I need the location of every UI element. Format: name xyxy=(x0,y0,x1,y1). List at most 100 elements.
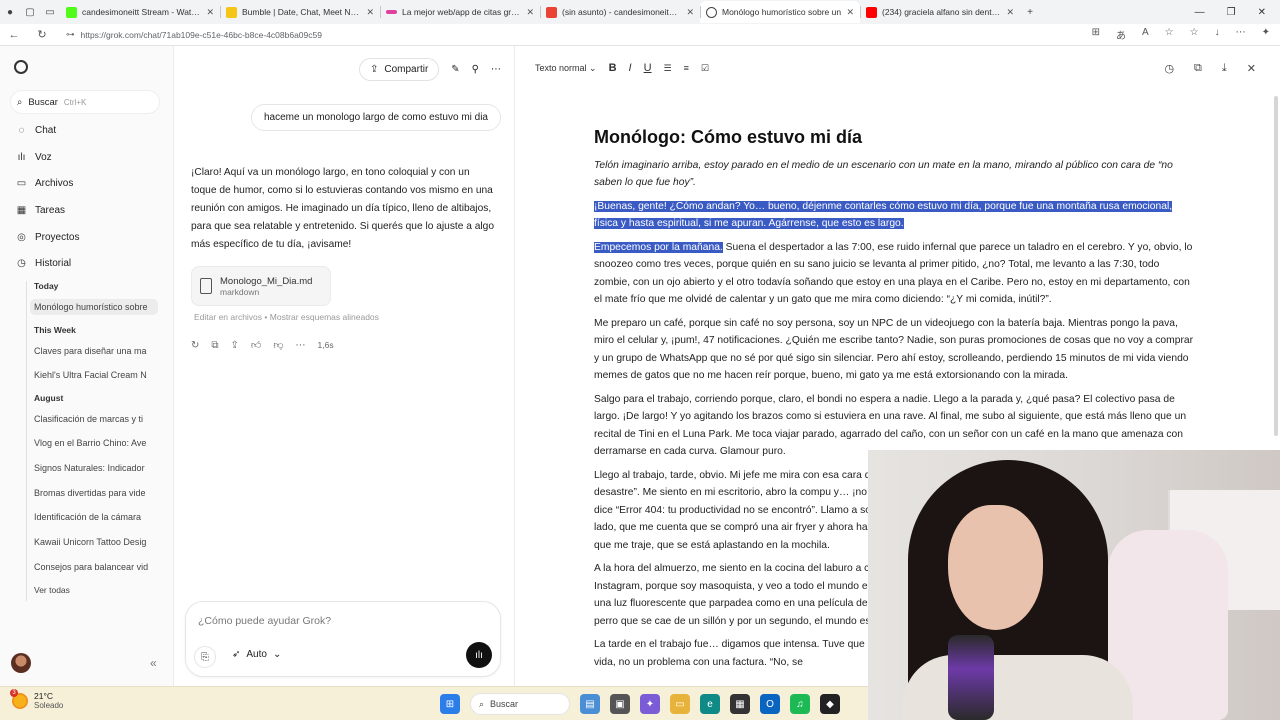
download-icon[interactable]: ⤓ xyxy=(1222,62,1227,75)
scrollbar[interactable] xyxy=(1274,96,1278,436)
more-icon[interactable]: ⋯ xyxy=(491,64,501,75)
history-icon[interactable]: ◷ xyxy=(1164,62,1174,75)
sidebar-item-historial[interactable]: ◷ Historial xyxy=(16,258,71,269)
history-item[interactable]: Monólogo humorístico sobre xyxy=(30,299,158,315)
browser-tab-grok[interactable]: Monólogo humorístico sobre un ✕ xyxy=(700,1,860,23)
weather-widget[interactable]: 3 21°C Soleado xyxy=(10,688,63,710)
site-info-icon[interactable]: ⊶ xyxy=(66,29,75,40)
history-item[interactable]: Clasificación de marcas y ti xyxy=(34,414,159,424)
browser-tab-gmail[interactable]: (sin asunto) - candesimoneit@gn ✕ xyxy=(540,1,700,23)
history-item[interactable]: Bromas divertidas para vide xyxy=(34,488,159,498)
copy-icon[interactable]: ⧉ xyxy=(1194,62,1202,75)
close-tab-icon[interactable]: ✕ xyxy=(1006,7,1014,18)
history-section-august: August xyxy=(34,393,64,403)
close-tab-icon[interactable]: ✕ xyxy=(206,7,214,18)
app-icon[interactable]: ◆ xyxy=(820,694,840,714)
checklist-icon[interactable]: ☑ xyxy=(701,63,709,74)
edge-icon[interactable]: e xyxy=(700,694,720,714)
close-window-icon[interactable]: ✕ xyxy=(1258,7,1266,18)
copilot-icon[interactable]: ✦ xyxy=(1262,27,1270,42)
store-icon[interactable]: ▦ xyxy=(730,694,750,714)
close-tab-icon[interactable]: ✕ xyxy=(366,7,374,18)
italic-icon[interactable]: I xyxy=(629,62,632,74)
projects-icon: ◎ xyxy=(17,232,26,243)
edit-icon[interactable]: ✎ xyxy=(451,64,459,75)
sidebar-item-chat[interactable]: ◌ Chat xyxy=(16,125,57,136)
spotify-icon[interactable]: ♫ xyxy=(790,694,810,714)
edit-in-files-link[interactable]: Editar en archivos xyxy=(194,312,262,322)
favorites-bar-icon[interactable]: ☆ xyxy=(1190,27,1199,42)
taskbar-search[interactable]: ⌕ Buscar xyxy=(470,693,570,715)
grok-logo-icon[interactable] xyxy=(14,60,28,74)
format-toolbar: Texto normal ⌄ B I U ☰ ≡ ☑ xyxy=(535,62,709,74)
reload-icon[interactable]: ↻ xyxy=(28,28,56,41)
show-diff-link[interactable]: Mostrar esquemas alineados xyxy=(270,312,379,322)
see-all-link[interactable]: Ver todas xyxy=(34,585,159,595)
close-tab-icon[interactable]: ✕ xyxy=(846,7,854,18)
extensions-icon[interactable]: ⋯ xyxy=(1236,27,1246,42)
search-input[interactable]: ⌕ Buscar Ctrl+K xyxy=(10,90,160,114)
favorite-icon[interactable]: ☆ xyxy=(1165,27,1174,42)
attach-icon[interactable]: ⎘ xyxy=(194,646,216,668)
back-icon[interactable]: ← xyxy=(0,29,28,41)
app-icon[interactable]: ⊞ xyxy=(1092,27,1100,42)
browser-tab-bumble[interactable]: Bumble | Date, Chat, Meet New P ✕ xyxy=(220,1,380,23)
browser-tab-kick[interactable]: candesimoneitt Stream - Watch L ✕ xyxy=(60,1,220,23)
thumbs-up-icon[interactable]: 👍︎ xyxy=(251,339,261,351)
pin-icon[interactable]: ⚲ xyxy=(472,64,479,75)
history-item[interactable]: Identificación de la cámara xyxy=(34,512,159,522)
text-style-dropdown[interactable]: Texto normal ⌄ xyxy=(535,63,597,74)
widgets-icon[interactable]: ▤ xyxy=(580,694,600,714)
translate-icon[interactable]: あ xyxy=(1116,27,1126,42)
close-tab-icon[interactable]: ✕ xyxy=(526,7,534,18)
bold-icon[interactable]: B xyxy=(609,62,617,74)
tab-actions-icon[interactable]: ▭ xyxy=(40,2,60,22)
numbered-list-icon[interactable]: ≡ xyxy=(684,63,689,73)
regenerate-icon[interactable]: ↻ xyxy=(191,340,199,351)
minimize-icon[interactable]: — xyxy=(1195,7,1205,18)
document-icon xyxy=(200,278,212,294)
windows-start-icon[interactable]: ⊞ xyxy=(440,694,460,714)
file-explorer-icon[interactable]: ▭ xyxy=(670,694,690,714)
chat-composer[interactable]: ¿Cómo puede ayudar Grok? ⎘ ➶ Auto ⌄ ılı xyxy=(185,601,501,677)
maximize-icon[interactable]: ❐ xyxy=(1227,7,1236,18)
temperature: 21°C xyxy=(34,691,53,701)
downloads-icon[interactable]: ↓ xyxy=(1215,27,1220,42)
share-message-icon[interactable]: ⇪ xyxy=(231,340,239,351)
chat-toolbar: ⇪ Compartir ✎ ⚲ ⋯ xyxy=(358,58,501,81)
sidebar-item-tareas[interactable]: ▦ Tareas xyxy=(16,205,65,216)
browser-tab-citas[interactable]: La mejor web/app de citas gratis ✕ xyxy=(380,1,540,23)
underline-icon[interactable]: U xyxy=(644,62,652,74)
copy-icon[interactable]: ⧉ xyxy=(211,340,218,351)
close-icon[interactable]: ✕ xyxy=(1247,62,1256,75)
sidebar-item-voz[interactable]: ılı Voz xyxy=(16,152,52,163)
close-tab-icon[interactable]: ✕ xyxy=(686,7,694,18)
task-view-icon[interactable]: ▣ xyxy=(610,694,630,714)
workspaces-icon[interactable]: ▢ xyxy=(20,2,40,22)
mode-selector[interactable]: ➶ Auto ⌄ xyxy=(232,649,281,660)
profile-icon[interactable]: ● xyxy=(0,2,20,22)
history-item[interactable]: Signos Naturales: Indicador xyxy=(34,463,159,473)
history-item[interactable]: Claves para diseñar una ma xyxy=(34,346,159,356)
thumbs-down-icon[interactable]: 👎︎ xyxy=(273,339,283,351)
url-field[interactable]: ⊶ https://grok.com/chat/71ab109e-c51e-46… xyxy=(66,29,1092,40)
file-attachment[interactable]: Monologo_Mi_Dia.md markdown xyxy=(191,266,331,306)
browser-tab-youtube[interactable]: (234) graciela alfano sin dentadu ✕ xyxy=(860,1,1020,23)
history-item[interactable]: Kiehl's Ultra Facial Cream N xyxy=(34,370,159,380)
share-button[interactable]: ⇪ Compartir xyxy=(358,58,440,81)
history-item[interactable]: Kawaii Unicorn Tattoo Desig xyxy=(34,537,159,547)
more-options-icon[interactable]: ⋯ xyxy=(296,340,306,351)
new-tab-icon[interactable]: + xyxy=(1020,2,1040,22)
voice-mode-button[interactable]: ılı xyxy=(466,642,492,668)
copilot-icon[interactable]: ✦ xyxy=(640,694,660,714)
file-links: Editar en archivos • Mostrar esquemas al… xyxy=(194,312,379,322)
outlook-icon[interactable]: O xyxy=(760,694,780,714)
sidebar-item-proyectos[interactable]: ◎ Proyectos xyxy=(16,232,79,243)
history-item[interactable]: Consejos para balancear vid xyxy=(34,562,159,572)
bullet-list-icon[interactable]: ☰ xyxy=(664,63,672,74)
collapse-sidebar-icon[interactable]: « xyxy=(150,656,157,670)
history-item[interactable]: Vlog en el Barrio Chino: Ave xyxy=(34,438,159,448)
avatar[interactable] xyxy=(11,653,31,673)
read-aloud-icon[interactable]: A xyxy=(1142,27,1149,42)
sidebar-item-archivos[interactable]: ▭ Archivos xyxy=(16,178,74,189)
